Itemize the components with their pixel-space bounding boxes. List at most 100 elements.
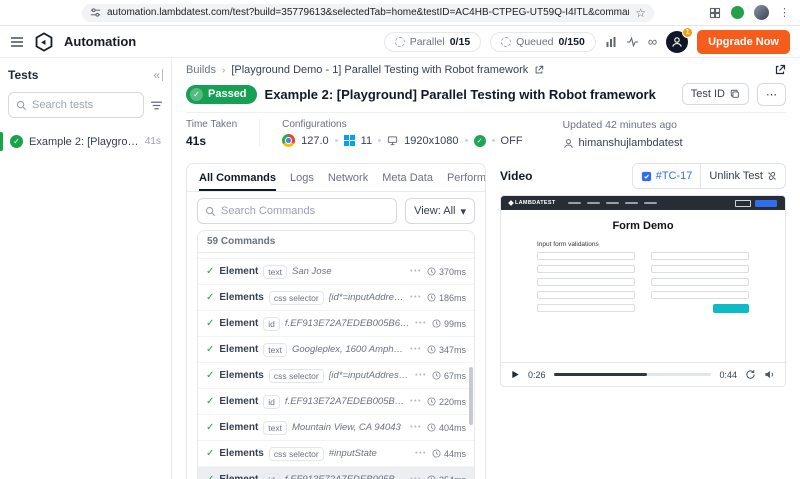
preview-form-field	[537, 278, 635, 286]
collapse-sidebar-icon[interactable]: «	[153, 69, 163, 81]
infinity-icon[interactable]: ∞	[648, 35, 657, 48]
configurations-label: Configurations	[282, 119, 347, 130]
unlink-icon	[768, 172, 776, 180]
chrome-icon	[282, 134, 296, 147]
tab[interactable]: Network	[328, 164, 368, 191]
row-ellipsis-icon[interactable]: •••	[410, 294, 422, 301]
row-ellipsis-icon[interactable]: •••	[410, 424, 422, 431]
command-duration: 220ms	[438, 396, 466, 407]
preview-form	[537, 252, 749, 313]
clock-icon	[427, 267, 436, 276]
upgrade-now-button[interactable]: Upgrade Now	[697, 29, 790, 54]
sidebar-test-item[interactable]: ✓ Example 2: [Playground] Parallel Testi…	[0, 132, 163, 151]
hamburger-menu-icon[interactable]	[10, 36, 24, 48]
command-type: Elements	[219, 292, 264, 303]
search-tests-input[interactable]	[32, 99, 136, 111]
command-row[interactable]: ✓ Elements css selector #inputState ••• …	[198, 441, 474, 467]
dot-separator	[491, 139, 495, 142]
command-type: Elements	[219, 448, 264, 459]
address-bar[interactable]: automation.lambdatest.com/test?build=357…	[82, 3, 654, 22]
scrollbar-thumb[interactable]	[469, 367, 473, 426]
row-ellipsis-icon[interactable]: •••	[415, 320, 427, 327]
tab-bar: All Commands Logs Network Meta Data Perf…	[187, 164, 485, 192]
chevron-down-icon: ▾	[460, 205, 466, 218]
check-icon: ✓	[206, 448, 215, 459]
preview-form-field	[651, 291, 749, 299]
command-row[interactable]: ✓ Element id f.EF913E72A7EDEB005B61AC42F…	[198, 311, 474, 337]
command-type: Element	[219, 396, 259, 407]
parallel-count: 0/15	[449, 35, 471, 48]
analytics-icon[interactable]	[605, 36, 617, 48]
total-duration: 0:44	[719, 369, 737, 380]
command-row[interactable]: ✓ Element id f.EF913E72A7EDEB005B61AC42F…	[198, 389, 474, 415]
view-filter-dropdown[interactable]: View: All ▾	[405, 198, 475, 224]
tab[interactable]: All Commands	[199, 164, 276, 191]
search-commands-input[interactable]	[221, 205, 390, 217]
play-icon[interactable]	[511, 370, 520, 379]
filter-sort-icon[interactable]	[150, 99, 163, 112]
video-section-title: Video	[500, 169, 533, 183]
browser-menu-icon[interactable]: ⋮	[779, 6, 790, 19]
volume-icon[interactable]	[764, 369, 775, 380]
resolution-value: 1920x1080	[404, 134, 459, 147]
queued-counter[interactable]: Queued 0/150	[490, 31, 596, 52]
preview-form-field	[537, 304, 635, 313]
row-ellipsis-icon[interactable]: •••	[415, 372, 427, 379]
commands-count: 59 Commands	[198, 231, 474, 253]
user-avatar[interactable]: 1	[666, 26, 694, 53]
command-row[interactable]: ✓ Elements css selector [id*=inputAddres…	[198, 363, 474, 389]
chevron-right-icon: ›	[221, 64, 226, 76]
check-icon: ✓	[206, 344, 215, 355]
browser-profile-avatar[interactable]	[754, 5, 769, 20]
command-row[interactable]: ✓ Element text Googleplex, 1600 Amphithe…	[198, 337, 474, 363]
row-ellipsis-icon[interactable]: •••	[410, 346, 422, 353]
selector-text: #inputState	[328, 448, 377, 459]
check-icon: ✓	[206, 422, 215, 433]
command-type: Elements	[219, 370, 264, 381]
command-row[interactable]: ✓ Element text Mountain View, CA 94043 •…	[198, 415, 474, 441]
command-row[interactable]: ✓ Element id f.EF913E72A7EDEB005B61AC42F…	[198, 467, 474, 479]
breadcrumb-build-name[interactable]: [Playground Demo - 1] Parallel Testing w…	[231, 64, 528, 76]
commands-card: All Commands Logs Network Meta Data Perf…	[186, 163, 486, 479]
parallel-counter[interactable]: Parallel 0/15	[383, 31, 482, 52]
status-badge: ✓ Passed	[186, 84, 257, 104]
test-id-button[interactable]: Test ID	[681, 83, 749, 105]
tab[interactable]: Performance	[447, 164, 485, 191]
breadcrumb-builds-link[interactable]: Builds	[186, 64, 216, 76]
replay-icon[interactable]	[745, 369, 756, 380]
search-tests-box[interactable]	[8, 92, 144, 118]
more-options-button[interactable]: ⋯	[757, 82, 786, 106]
command-row[interactable]: ✓ Elements css selector [id*=inputAddres…	[198, 285, 474, 311]
test-case-link[interactable]: #TC-17	[633, 164, 701, 188]
extensions-icon[interactable]	[709, 7, 721, 19]
open-in-new-icon[interactable]	[774, 64, 786, 76]
toggle-state: OFF	[500, 134, 523, 147]
command-duration: 44ms	[443, 448, 466, 459]
unlink-test-button[interactable]: Unlink Test	[701, 164, 785, 188]
preview-form-field	[651, 252, 749, 260]
app-header: Automation Parallel 0/15 Queued 0/150 ∞ …	[0, 26, 800, 58]
external-link-icon[interactable]	[534, 65, 544, 75]
lambdatest-logo[interactable]	[34, 31, 54, 52]
selector-text: f.EF913E72A7EDEB005B61AC42F65...	[284, 318, 410, 329]
video-player[interactable]: LAMBDATEST Form Demo Input form validati…	[500, 195, 786, 387]
test-id-label: Test ID	[690, 88, 725, 100]
row-ellipsis-icon[interactable]: •••	[410, 268, 422, 275]
owner-icon	[563, 138, 573, 148]
row-ellipsis-icon[interactable]: •••	[415, 450, 427, 457]
selector-text: [id*=inputAddress1]	[328, 292, 406, 303]
tune-icon[interactable]	[90, 7, 101, 18]
search-commands-box[interactable]	[197, 198, 398, 224]
locator-tag: id	[263, 472, 280, 479]
row-ellipsis-icon[interactable]: •••	[410, 398, 422, 405]
tab[interactable]: Logs	[290, 164, 314, 191]
tab[interactable]: Meta Data	[382, 164, 433, 191]
passed-check-icon: ✓	[10, 135, 23, 148]
bookmark-star-icon[interactable]: ☆	[635, 7, 646, 19]
command-type: Element	[219, 266, 259, 277]
status-text: Passed	[208, 88, 247, 100]
extension-badge-icon[interactable]	[731, 6, 744, 19]
activity-icon[interactable]	[626, 36, 639, 48]
command-row[interactable]: ✓ Element text San Jose ••• 370ms	[198, 259, 474, 285]
video-progress-bar[interactable]	[553, 373, 712, 376]
